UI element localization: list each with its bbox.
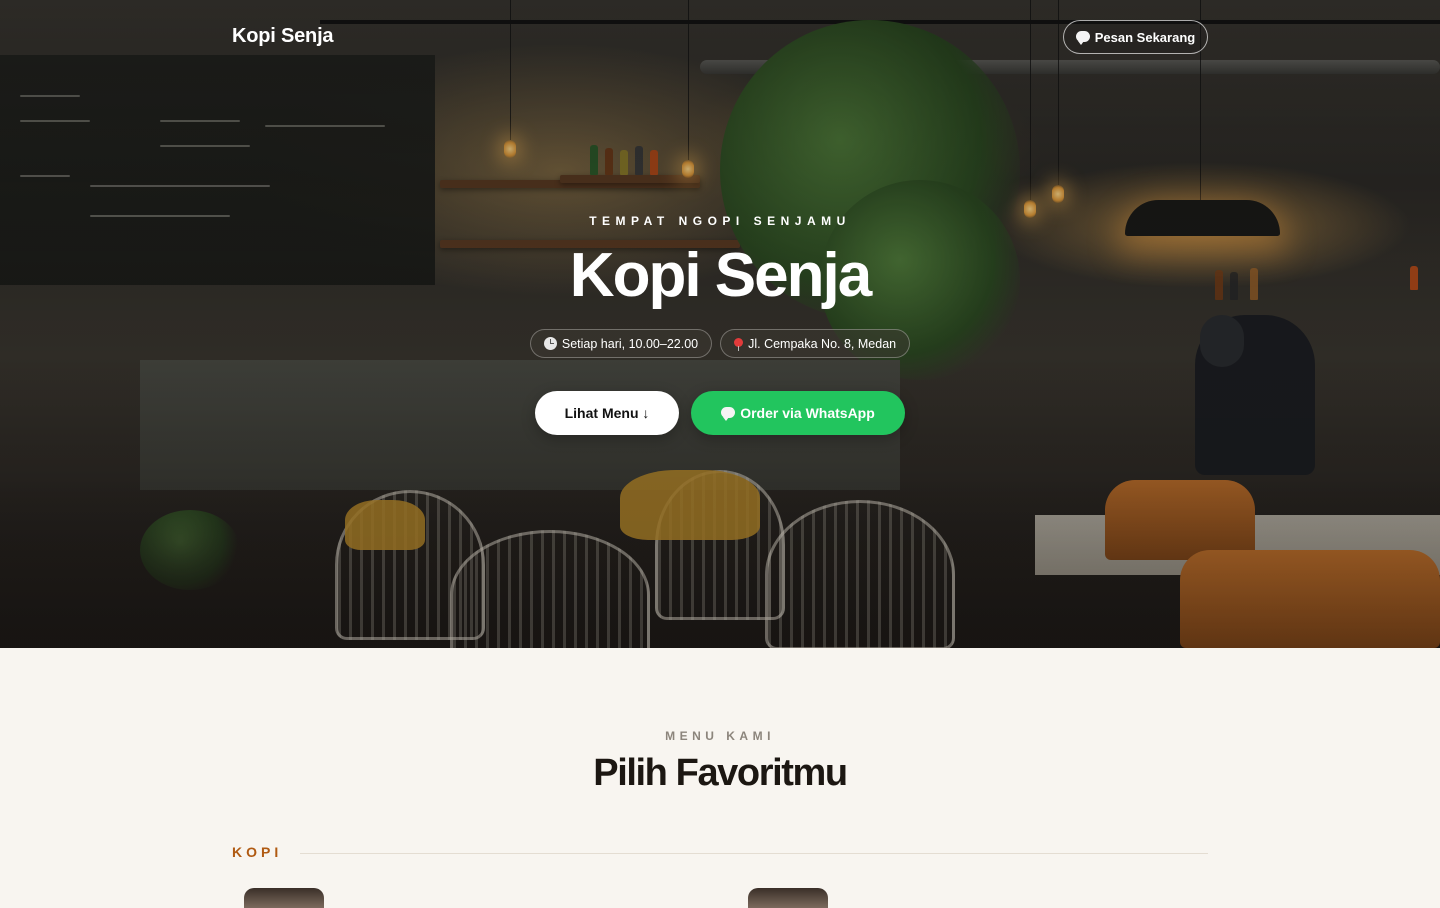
info-pills: Setiap hari, 10.00–22.00 Jl. Cempaka No.…	[0, 329, 1440, 358]
category-header: KOPI	[232, 842, 1208, 862]
hero-section: Kopi Senja Pesan Sekarang TEMPAT NGOPI S…	[0, 0, 1440, 648]
hero-title: Kopi Senja	[569, 241, 872, 310]
hours-pill: Setiap hari, 10.00–22.00	[529, 329, 713, 358]
menu-item-thumbnail[interactable]	[244, 888, 324, 908]
whatsapp-order-label: Order via WhatsApp	[740, 405, 875, 421]
view-menu-button[interactable]: Lihat Menu ↓	[535, 391, 679, 435]
menu-item-thumbnail[interactable]	[748, 888, 828, 908]
category-divider	[300, 852, 1208, 854]
view-menu-label: Lihat Menu ↓	[564, 405, 650, 421]
hero-actions: Lihat Menu ↓ Order via WhatsApp	[0, 391, 1440, 435]
menu-eyebrow: MENU KAMI	[665, 729, 775, 743]
speech-bubble-icon	[721, 406, 736, 421]
speech-bubble-icon	[1075, 30, 1090, 45]
order-now-label: Pesan Sekarang	[1094, 29, 1196, 45]
hero-overlay	[0, 0, 1440, 648]
hero-eyebrow: TEMPAT NGOPI SENJAMU	[589, 214, 851, 228]
address-pill: Jl. Cempaka No. 8, Medan	[720, 329, 911, 358]
order-now-button[interactable]: Pesan Sekarang	[1063, 20, 1208, 54]
clock-icon	[543, 337, 557, 350]
category-label: KOPI	[232, 844, 283, 860]
whatsapp-order-button[interactable]: Order via WhatsApp	[691, 391, 905, 435]
menu-title: Pilih Favoritmu	[593, 752, 848, 794]
menu-section: MENU KAMI Pilih Favoritmu KOPI	[0, 648, 1440, 908]
pin-icon	[734, 337, 744, 351]
address-text: Jl. Cempaka No. 8, Medan	[748, 336, 897, 351]
brand-logo[interactable]: Kopi Senja	[232, 25, 334, 48]
hours-text: Setiap hari, 10.00–22.00	[561, 336, 699, 351]
